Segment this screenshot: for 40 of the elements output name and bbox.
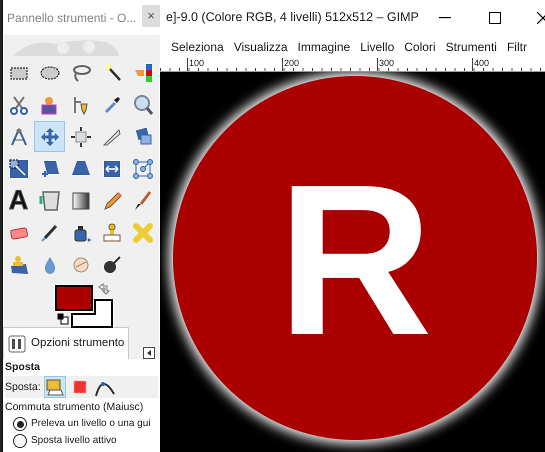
window-title: e]-9.0 (Colore RGB, 4 livelli) 512x512 – GIMP [165, 9, 419, 26]
menu-item[interactable]: Visualizza [228, 38, 293, 56]
close-button[interactable]: × [142, 4, 160, 26]
menu-item[interactable]: Livello [355, 38, 400, 56]
scissors-icon [8, 94, 30, 116]
tool-button[interactable]: A [3, 185, 34, 216]
layer-icon [44, 377, 65, 398]
background-color-swatch[interactable] [71, 299, 113, 328]
radio-button[interactable] [13, 417, 27, 432]
maximize-icon[interactable] [489, 12, 501, 24]
radio-button[interactable] [13, 434, 27, 448]
toggle-label: Commuta strumento (Maiusc) [5, 401, 144, 414]
paint-bucket-icon [38, 190, 60, 212]
gradient-icon [70, 190, 92, 212]
close-icon[interactable] [537, 12, 545, 24]
menu-item[interactable]: Colori [399, 38, 441, 56]
cage-nodes-icon [132, 158, 154, 180]
menu-item[interactable]: Filtr [502, 38, 532, 56]
options-title: Sposta [5, 361, 42, 374]
healing-cross-icon [132, 222, 154, 244]
swap-arrow-icon[interactable] [97, 283, 111, 295]
minimize-icon[interactable] [439, 16, 451, 18]
window-title: Pannello strumenti - O... [7, 10, 136, 26]
reset-colors-icon[interactable] [57, 313, 69, 325]
scale-icon [8, 158, 30, 180]
panel-menu-icon[interactable] [143, 347, 155, 359]
tool-options-icon [8, 334, 26, 352]
clone-stamp-icon [100, 222, 122, 244]
move-label: Sposta: [5, 380, 41, 394]
menu-item[interactable]: Immagine [292, 38, 356, 56]
radio-label: Preleva un livello o una gui [31, 418, 151, 430]
align-icon [70, 126, 92, 148]
menu-item[interactable]: Seleziona [166, 38, 229, 56]
menu-item[interactable]: Strumenti [440, 38, 502, 56]
magnifier-icon [132, 94, 154, 116]
move-mode-button[interactable] [44, 376, 66, 398]
foreground-color-swatch[interactable] [55, 285, 93, 311]
canvas-letter: R [277, 139, 433, 380]
radio-label: Sposta livello attivo [31, 435, 117, 448]
move-arrows-icon [38, 126, 60, 148]
